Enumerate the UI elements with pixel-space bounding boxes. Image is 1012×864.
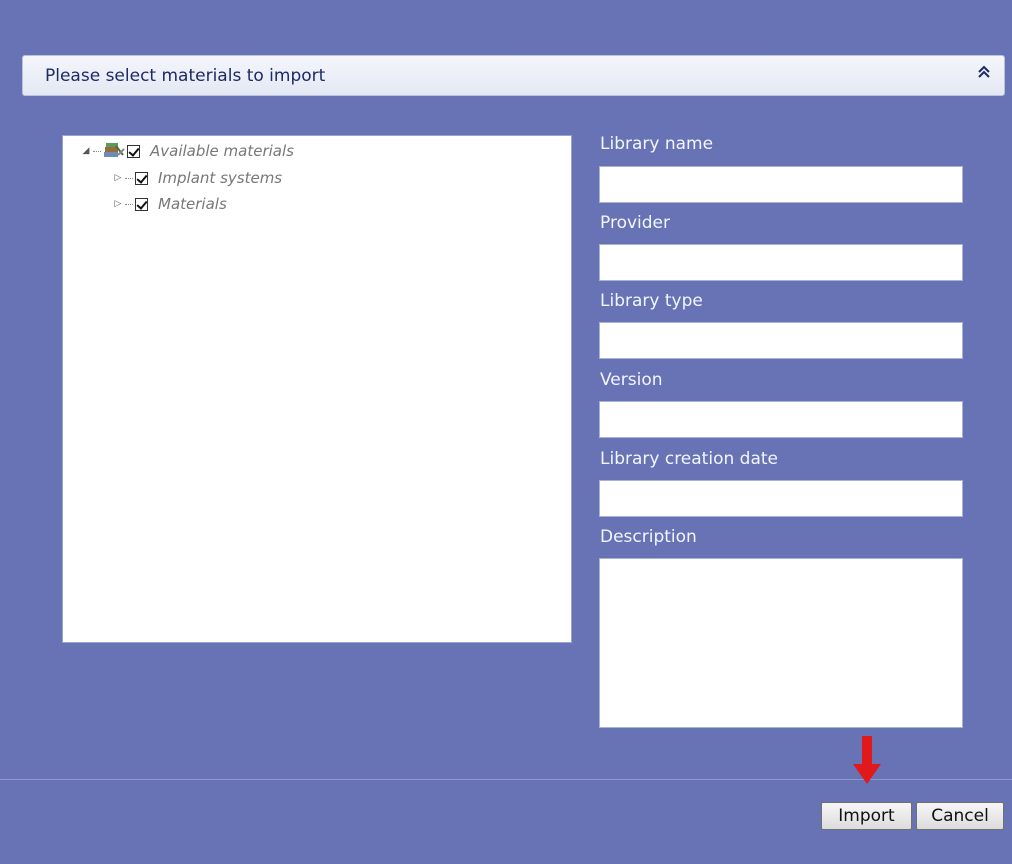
tree-label-materials: Materials: [158, 195, 227, 213]
provider-field[interactable]: [599, 244, 963, 281]
library-type-label: Library type: [600, 291, 703, 311]
expand-toggle-icon[interactable]: ▷: [113, 173, 123, 183]
library-type-field[interactable]: [599, 322, 963, 359]
materials-tree[interactable]: ◢ Available materials ▷ Implant systems …: [62, 135, 572, 643]
tree-connector: [93, 150, 101, 152]
import-button[interactable]: Import: [821, 802, 912, 830]
creation-date-field[interactable]: [599, 480, 963, 517]
cancel-button[interactable]: Cancel: [916, 802, 1004, 830]
library-name-label: Library name: [600, 134, 714, 154]
version-field[interactable]: [599, 401, 963, 438]
red-arrow-icon: [852, 735, 882, 785]
tree-connector: [125, 203, 133, 205]
checkbox-available-materials[interactable]: [127, 144, 140, 158]
collapse-icon[interactable]: [978, 64, 990, 84]
tree-label-available-materials: Available materials: [150, 142, 294, 160]
library-icon: [103, 143, 125, 159]
description-field[interactable]: [599, 558, 963, 728]
library-name-field[interactable]: [599, 166, 963, 203]
checkbox-implant-systems[interactable]: [135, 171, 148, 185]
expand-toggle-icon[interactable]: ▷: [113, 199, 123, 209]
checkbox-materials[interactable]: [135, 197, 148, 211]
tree-node-materials[interactable]: ▷ Materials: [113, 193, 227, 215]
description-label: Description: [600, 527, 697, 547]
tree-node-implant-systems[interactable]: ▷ Implant systems: [113, 167, 283, 189]
provider-label: Provider: [600, 213, 670, 233]
tree-label-implant-systems: Implant systems: [158, 169, 283, 187]
tree-node-available-materials[interactable]: ◢ Available materials: [81, 140, 294, 162]
dialog-title: Please select materials to import: [45, 66, 326, 86]
version-label: Version: [600, 370, 663, 390]
expand-toggle-icon[interactable]: ◢: [81, 146, 91, 156]
tree-connector: [125, 177, 133, 179]
dialog-header: Please select materials to import: [22, 55, 1005, 96]
creation-date-label: Library creation date: [600, 449, 778, 469]
